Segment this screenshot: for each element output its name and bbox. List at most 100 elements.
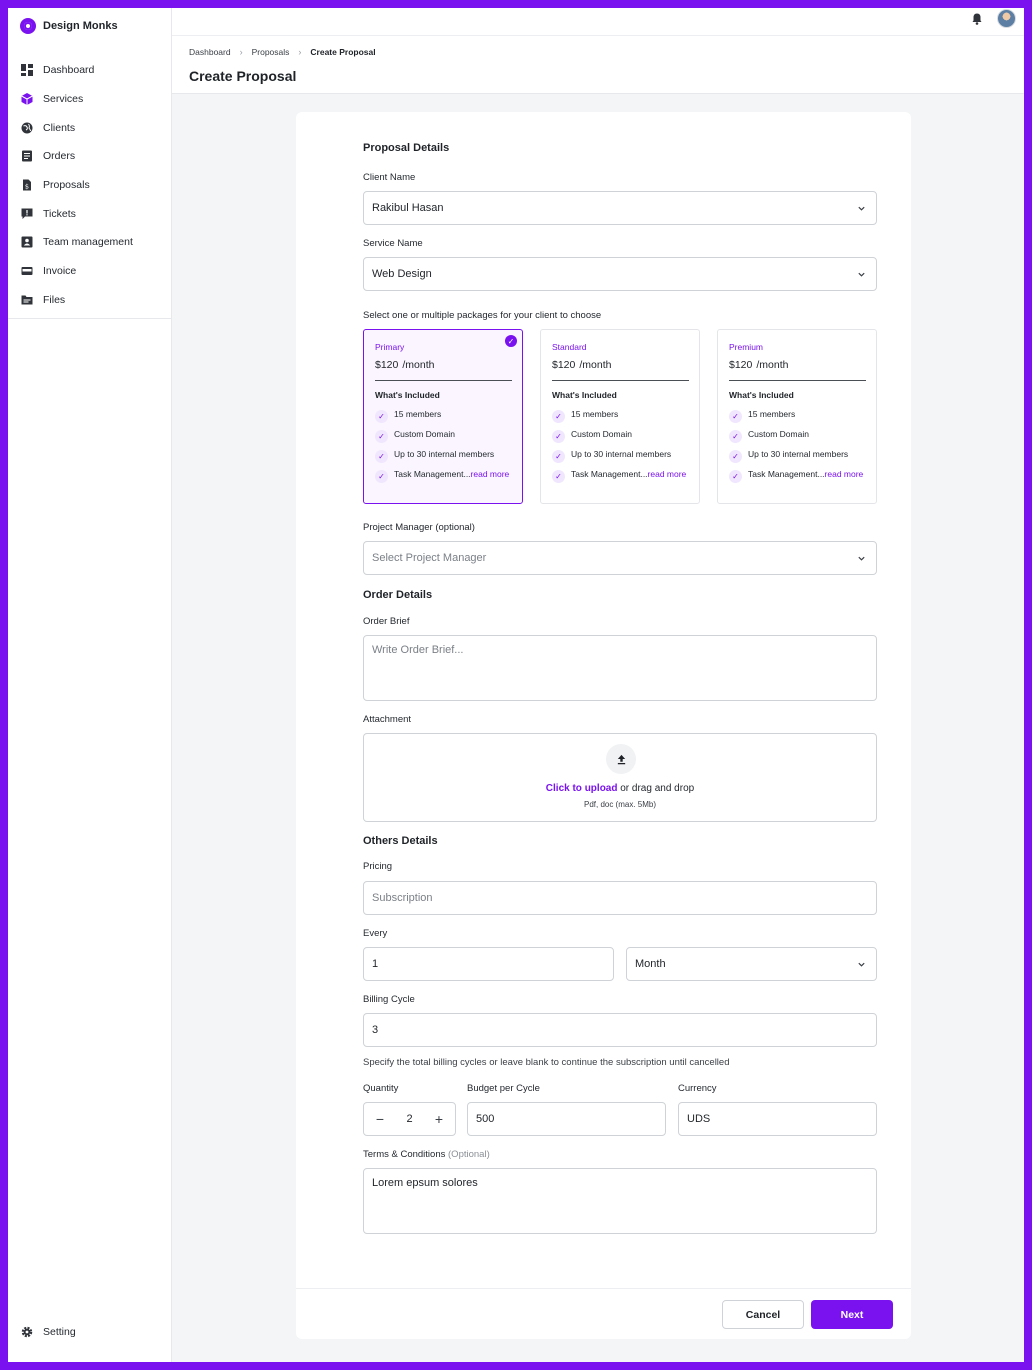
others-details-title: Others Details [363, 835, 438, 847]
folder-icon [21, 294, 33, 306]
billing-cycle-hint: Specify the total billing cycles or leav… [363, 1057, 730, 1068]
increment-button[interactable]: + [433, 1111, 445, 1127]
package-name: Premium [729, 342, 764, 352]
breadcrumb-dashboard[interactable]: Dashboard [189, 47, 231, 57]
client-name-value: Rakibul Hasan [372, 202, 444, 214]
next-button[interactable]: Next [811, 1300, 893, 1329]
sidebar-item-label: Orders [43, 150, 76, 163]
sidebar-item-label: Services [43, 93, 84, 106]
package-feature: ✓ Custom Domain [552, 429, 692, 443]
quantity-label: Quantity [363, 1083, 399, 1094]
feature-text-truncated: Task Management... [571, 469, 648, 479]
sidebar-divider [8, 318, 172, 319]
currency-input[interactable]: UDS [678, 1102, 877, 1136]
gear-icon [21, 1326, 33, 1338]
budget-input[interactable]: 500 [467, 1102, 666, 1136]
decrement-button[interactable]: − [374, 1111, 386, 1127]
feature-text: 15 members [571, 409, 619, 419]
sidebar-item-label: Files [43, 293, 66, 306]
quantity-value[interactable]: 2 [406, 1113, 412, 1125]
package-card-primary[interactable]: ✓ Primary $120/month What's Included ✓ 15… [363, 329, 523, 504]
feature-text: Task Management...read more [571, 469, 686, 483]
feature-text: Custom Domain [571, 429, 632, 439]
bell-icon[interactable] [970, 12, 984, 26]
package-price-amount: $120 [729, 359, 753, 371]
feature-text: Custom Domain [748, 429, 809, 439]
check-icon: ✓ [729, 470, 742, 483]
terms-optional: (Optional) [448, 1149, 490, 1160]
pricing-input[interactable]: Subscription [363, 881, 877, 915]
package-price-amount: $120 [375, 359, 399, 371]
package-card-standard[interactable]: Standard $120/month What's Included ✓ 15 … [540, 329, 700, 504]
sidebar-item-orders[interactable]: Orders [8, 142, 172, 171]
cancel-button[interactable]: Cancel [722, 1300, 804, 1329]
order-brief-label: Order Brief [363, 616, 410, 627]
sidebar-item-files[interactable]: Files [8, 286, 172, 315]
client-name-select[interactable]: Rakibul Hasan [363, 191, 877, 225]
sidebar-item-label: Invoice [43, 265, 77, 278]
breadcrumb-chevron-icon: › [298, 47, 302, 57]
project-manager-select[interactable]: Select Project Manager [363, 541, 877, 575]
list-icon [21, 150, 33, 162]
read-more-link[interactable]: read more [825, 469, 864, 479]
chevron-down-icon [858, 206, 865, 211]
sidebar-item-clients[interactable]: Clients [8, 113, 172, 142]
package-price-period: /month [756, 359, 789, 371]
sidebar-item-services[interactable]: Services [8, 85, 172, 114]
project-manager-label: Project Manager (optional) [363, 522, 475, 533]
chevron-down-icon [858, 962, 865, 967]
page-title: Create Proposal [189, 68, 297, 84]
service-name-value: Web Design [372, 268, 432, 280]
upload-instructions: Click to upload or drag and drop [364, 783, 876, 794]
attachment-label: Attachment [363, 714, 412, 725]
check-icon: ✓ [375, 410, 388, 423]
upload-formats: Pdf, doc (max. 5Mb) [583, 800, 657, 809]
service-name-select[interactable]: Web Design [363, 257, 877, 291]
sidebar-item-team-management[interactable]: Team management [8, 228, 172, 257]
every-unit-select[interactable]: Month [626, 947, 877, 981]
budget-value: 500 [476, 1113, 495, 1125]
every-unit-value: Month [635, 958, 666, 970]
breadcrumb-proposals[interactable]: Proposals [252, 47, 290, 57]
order-details-title: Order Details [363, 589, 433, 601]
package-feature: ✓ Custom Domain [729, 429, 869, 443]
brand[interactable]: Design Monks [20, 17, 118, 35]
read-more-link[interactable]: read more [471, 469, 510, 479]
sidebar-item-proposals[interactable]: $ Proposals [8, 171, 172, 200]
sidebar-item-invoice[interactable]: Invoice [8, 257, 172, 286]
currency-value: UDS [687, 1113, 711, 1125]
terms-label: Terms & Conditions (Optional) [363, 1149, 490, 1160]
packages-label: Select one or multiple packages for your… [363, 310, 602, 321]
setting-label: Setting [43, 1326, 76, 1338]
package-card-premium[interactable]: Premium $120/month What's Included ✓ 15 m… [717, 329, 877, 504]
message-icon [21, 208, 33, 220]
package-price-period: /month [579, 359, 612, 371]
feature-text-truncated: Task Management... [748, 469, 825, 479]
avatar[interactable] [997, 9, 1016, 28]
read-more-link[interactable]: read more [648, 469, 687, 479]
upload-dropzone[interactable]: Click to upload or drag and drop Pdf, do… [363, 733, 877, 822]
package-feature: ✓ Task Management...read more [552, 469, 692, 483]
order-brief-textarea[interactable]: Write Order Brief... [363, 635, 877, 701]
every-input[interactable]: 1 [363, 947, 614, 981]
sidebar-item-setting[interactable]: Setting [21, 1326, 76, 1338]
terms-textarea[interactable]: Lorem epsum solores [363, 1168, 877, 1234]
footer-divider [296, 1288, 911, 1289]
sidebar-item-label: Team management [43, 236, 133, 249]
sidebar-item-dashboard[interactable]: Dashboard [8, 56, 172, 85]
click-to-upload-link[interactable]: Click to upload [546, 783, 618, 794]
package-included-title: What's Included [552, 390, 617, 400]
project-manager-placeholder: Select Project Manager [372, 552, 487, 564]
feature-text-truncated: Task Management... [394, 469, 471, 479]
check-icon: ✓ [552, 450, 565, 463]
sidebar-item-tickets[interactable]: Tickets [8, 199, 172, 228]
card-icon [21, 265, 33, 277]
package-price: $120/month [375, 359, 434, 371]
dashboard-icon [21, 64, 33, 77]
billing-cycle-input[interactable]: 3 [363, 1013, 877, 1047]
globe-icon [21, 122, 33, 134]
check-icon: ✓ [375, 430, 388, 443]
svg-text:$: $ [25, 183, 29, 191]
package-divider [375, 380, 512, 381]
check-icon: ✓ [729, 430, 742, 443]
